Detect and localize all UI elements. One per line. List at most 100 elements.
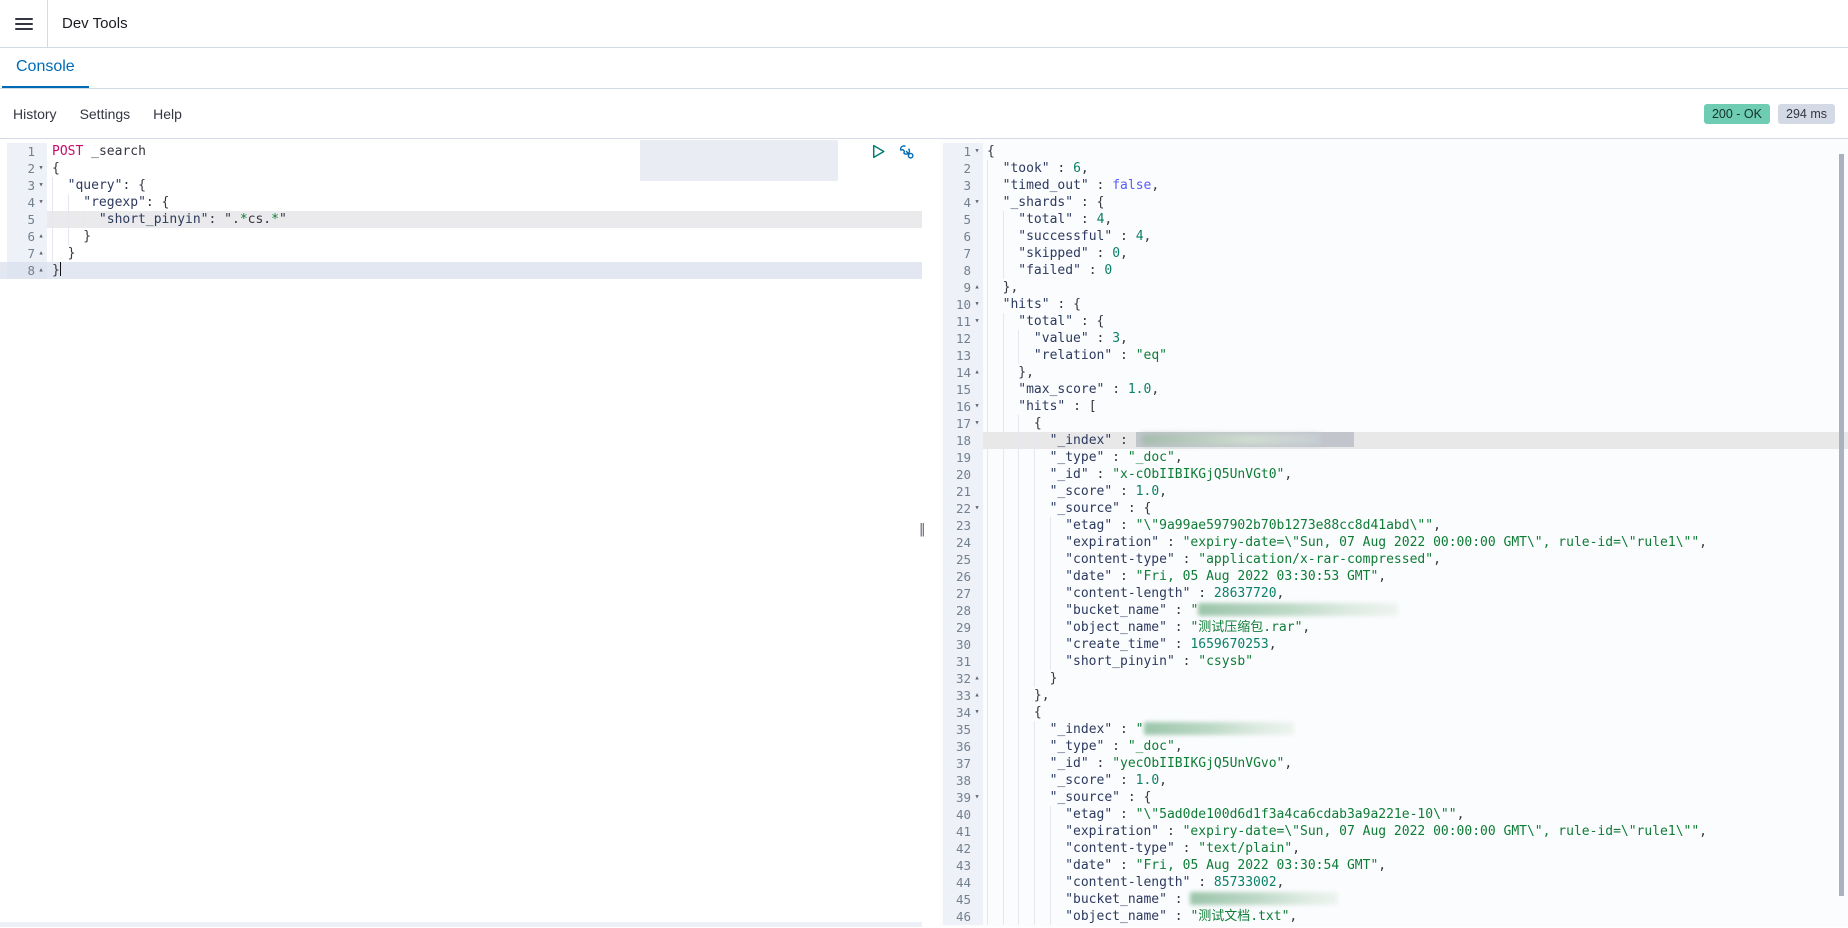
fold-down-icon[interactable]: ▾ <box>35 160 47 177</box>
fold-up-icon[interactable]: ▴ <box>971 364 983 381</box>
code-text[interactable]: } <box>47 228 922 245</box>
code-text[interactable]: } <box>47 262 922 279</box>
code-text[interactable]: "_score" : 1.0, <box>983 772 1848 789</box>
fold-up-icon[interactable]: ▴ <box>971 279 983 296</box>
code-text[interactable]: "timed_out" : false, <box>983 177 1848 194</box>
response-line[interactable]: 6"successful" : 4, <box>940 228 1848 245</box>
tab-console[interactable]: Console <box>2 48 89 88</box>
editor-line[interactable]: 7▴} <box>0 245 922 262</box>
code-text[interactable]: "_source" : { <box>983 500 1848 517</box>
code-text[interactable]: "hits" : [ <box>983 398 1848 415</box>
response-line[interactable]: 23"etag" : "\"9a99ae597902b70b1273e88cc8… <box>940 517 1848 534</box>
response-line[interactable]: 7"skipped" : 0, <box>940 245 1848 262</box>
fold-up-icon[interactable]: ▴ <box>35 228 47 245</box>
response-line[interactable]: 11▾"total" : { <box>940 313 1848 330</box>
fold-down-icon[interactable]: ▾ <box>971 789 983 806</box>
code-text[interactable]: "etag" : "\"9a99ae597902b70b1273e88cc8d4… <box>983 517 1848 534</box>
response-line[interactable]: 21"_score" : 1.0, <box>940 483 1848 500</box>
fold-down-icon[interactable]: ▾ <box>971 194 983 211</box>
response-line[interactable]: 37"_id" : "yecObIIBIKGjQ5UnVGvo", <box>940 755 1848 772</box>
code-text[interactable]: { <box>983 704 1848 721</box>
request-editor[interactable]: 1POST _search2▾{3▾"query": {4▾"regexp": … <box>0 139 922 927</box>
response-line[interactable]: 43"date" : "Fri, 05 Aug 2022 03:30:54 GM… <box>940 857 1848 874</box>
response-line[interactable]: 1▾{ <box>940 143 1848 160</box>
code-text[interactable]: "_type" : "_doc", <box>983 738 1848 755</box>
code-text[interactable]: "value" : 3, <box>983 330 1848 347</box>
code-text[interactable]: "expiration" : "expiry-date=\"Sun, 07 Au… <box>983 823 1848 840</box>
response-line[interactable]: 14▴}, <box>940 364 1848 381</box>
code-text[interactable]: } <box>983 670 1848 687</box>
editor-line[interactable]: 5"short_pinyin": ".*cs.*" <box>0 211 922 228</box>
settings-menu[interactable]: Settings <box>80 106 131 122</box>
response-line[interactable]: 19"_type" : "_doc", <box>940 449 1848 466</box>
response-line[interactable]: 17▾{ <box>940 415 1848 432</box>
code-text[interactable]: }, <box>983 279 1848 296</box>
code-text[interactable]: "etag" : "\"5ad0de100d6d1f3a4ca6cdab3a9a… <box>983 806 1848 823</box>
play-icon[interactable] <box>870 143 887 160</box>
response-line[interactable]: 36"_type" : "_doc", <box>940 738 1848 755</box>
response-scrollbar[interactable] <box>1839 154 1844 896</box>
response-line[interactable]: 24"expiration" : "expiry-date=\"Sun, 07 … <box>940 534 1848 551</box>
code-text[interactable]: "content-length" : 85733002, <box>983 874 1848 891</box>
fold-down-icon[interactable]: ▾ <box>971 398 983 415</box>
code-text[interactable]: "content-type" : "text/plain", <box>983 840 1848 857</box>
fold-up-icon[interactable]: ▴ <box>35 245 47 262</box>
code-text[interactable]: "regexp": { <box>47 194 922 211</box>
response-line[interactable]: 13"relation" : "eq" <box>940 347 1848 364</box>
code-text[interactable]: "date" : "Fri, 05 Aug 2022 03:30:54 GMT"… <box>983 857 1848 874</box>
fold-down-icon[interactable]: ▾ <box>971 704 983 721</box>
fold-down-icon[interactable]: ▾ <box>971 313 983 330</box>
fold-up-icon[interactable]: ▴ <box>971 687 983 704</box>
response-line[interactable]: 35"_index" : " <box>940 721 1848 738</box>
code-text[interactable]: "total" : 4, <box>983 211 1848 228</box>
code-text[interactable]: { <box>983 143 1848 160</box>
code-text[interactable]: "expiration" : "expiry-date=\"Sun, 07 Au… <box>983 534 1848 551</box>
response-line[interactable]: 12"value" : 3, <box>940 330 1848 347</box>
code-text[interactable]: "date" : "Fri, 05 Aug 2022 03:30:53 GMT"… <box>983 568 1848 585</box>
response-line[interactable]: 10▾"hits" : { <box>940 296 1848 313</box>
code-text[interactable]: "short_pinyin": ".*cs.*" <box>47 211 922 228</box>
response-viewer[interactable]: 1▾{2"took" : 6,3"timed_out" : false,4▾"_… <box>940 139 1848 927</box>
response-line[interactable]: 29"object_name" : "测试压缩包.rar", <box>940 619 1848 636</box>
history-menu[interactable]: History <box>13 106 57 122</box>
code-text[interactable]: "create_time" : 1659670253, <box>983 636 1848 653</box>
code-text[interactable]: "_index" : <box>983 432 1848 449</box>
help-menu[interactable]: Help <box>153 106 182 122</box>
code-text[interactable]: "relation" : "eq" <box>983 347 1848 364</box>
editor-line[interactable]: 6▴} <box>0 228 922 245</box>
fold-down-icon[interactable]: ▾ <box>971 296 983 313</box>
code-text[interactable]: "content-length" : 28637720, <box>983 585 1848 602</box>
response-line[interactable]: 39▾"_source" : { <box>940 789 1848 806</box>
code-text[interactable]: "total" : { <box>983 313 1848 330</box>
code-text[interactable]: "short_pinyin" : "csysb" <box>983 653 1848 670</box>
code-text[interactable]: "max_score" : 1.0, <box>983 381 1848 398</box>
response-line[interactable]: 2"took" : 6, <box>940 160 1848 177</box>
fold-down-icon[interactable]: ▾ <box>971 415 983 432</box>
code-text[interactable]: "skipped" : 0, <box>983 245 1848 262</box>
code-text[interactable]: "successful" : 4, <box>983 228 1848 245</box>
response-line[interactable]: 22▾"_source" : { <box>940 500 1848 517</box>
pane-resize-handle[interactable]: ‖ <box>919 522 926 537</box>
code-text[interactable]: "_index" : " <box>983 721 1848 738</box>
response-line[interactable]: 44"content-length" : 85733002, <box>940 874 1848 891</box>
fold-down-icon[interactable]: ▾ <box>35 177 47 194</box>
code-text[interactable]: "content-type" : "application/x-rar-comp… <box>983 551 1848 568</box>
code-text[interactable]: "_type" : "_doc", <box>983 449 1848 466</box>
response-line[interactable]: 27"content-length" : 28637720, <box>940 585 1848 602</box>
fold-down-icon[interactable]: ▾ <box>971 500 983 517</box>
response-line[interactable]: 38"_score" : 1.0, <box>940 772 1848 789</box>
response-line[interactable]: 8"failed" : 0 <box>940 262 1848 279</box>
response-line[interactable]: 41"expiration" : "expiry-date=\"Sun, 07 … <box>940 823 1848 840</box>
code-text[interactable]: "hits" : { <box>983 296 1848 313</box>
response-line[interactable]: 25"content-type" : "application/x-rar-co… <box>940 551 1848 568</box>
response-line[interactable]: 4▾"_shards" : { <box>940 194 1848 211</box>
response-line[interactable]: 34▾{ <box>940 704 1848 721</box>
response-line[interactable]: 5"total" : 4, <box>940 211 1848 228</box>
response-line[interactable]: 33▴}, <box>940 687 1848 704</box>
code-text[interactable]: "bucket_name" : " <box>983 602 1848 619</box>
response-line[interactable]: 28"bucket_name" : " <box>940 602 1848 619</box>
response-line[interactable]: 16▾"hits" : [ <box>940 398 1848 415</box>
fold-up-icon[interactable]: ▴ <box>971 670 983 687</box>
response-line[interactable]: 31"short_pinyin" : "csysb" <box>940 653 1848 670</box>
response-line[interactable]: 9▴}, <box>940 279 1848 296</box>
